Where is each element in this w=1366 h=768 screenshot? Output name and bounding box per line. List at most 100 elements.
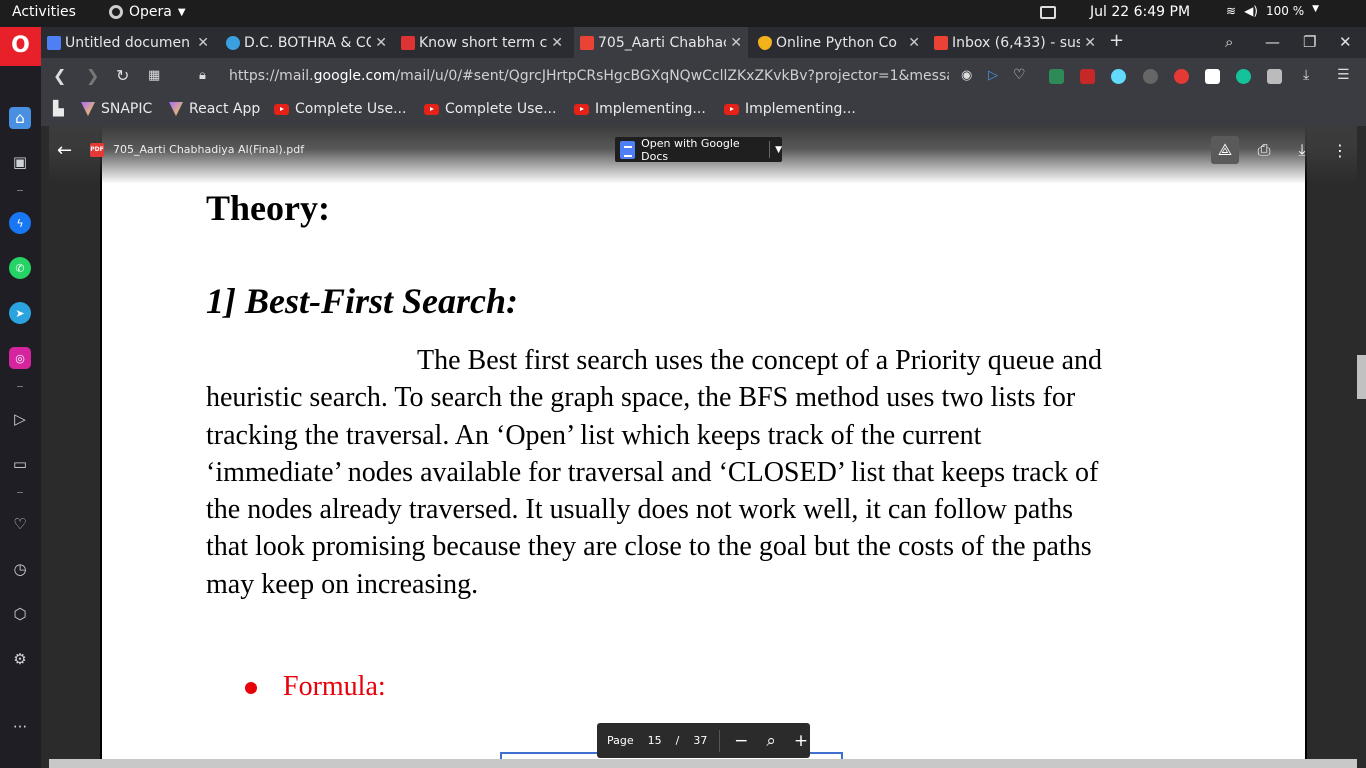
extension-cube-icon[interactable]: [1049, 69, 1064, 84]
system-status[interactable]: ≋ ◀) 100 % ▼: [1226, 4, 1319, 18]
paragraph-line: that look promising because they are clo…: [206, 531, 1092, 563]
horizontal-scrollbar[interactable]: [49, 759, 1357, 768]
more-options-icon[interactable]: ⋮: [1326, 136, 1354, 164]
add-to-drive-icon[interactable]: ⟁: [1211, 136, 1239, 164]
paragraph-line: tracking the traversal. An ‘Open’ list w…: [206, 419, 982, 451]
vertical-scrollbar[interactable]: [1357, 126, 1366, 768]
wallet-icon[interactable]: ▭: [9, 453, 31, 475]
back-arrow-icon[interactable]: ←: [57, 140, 72, 161]
formula-label: Formula:: [283, 671, 386, 702]
close-window-icon[interactable]: ✕: [1339, 33, 1352, 51]
easy-setup-icon[interactable]: ☰: [1337, 67, 1350, 83]
youtube-icon: [724, 103, 739, 115]
bookmark-complete-use-2[interactable]: Complete Use...: [424, 101, 556, 117]
messenger-icon[interactable]: ϟ: [9, 212, 31, 234]
search-tabs-icon[interactable]: ⌕: [1225, 33, 1233, 51]
tab-inbox[interactable]: Inbox (6,433) - sus ✕: [928, 27, 1102, 58]
tab-dc-bothra[interactable]: D.C. BOTHRA & CC ✕: [220, 27, 393, 58]
tab-online-python[interactable]: Online Python Co ✕: [752, 27, 926, 58]
clock[interactable]: Jul 22 6:49 PM: [1090, 4, 1190, 20]
screen-icon: [1040, 6, 1056, 19]
tabs-grid-icon[interactable]: ▦: [148, 68, 160, 83]
reload-icon[interactable]: ↻: [116, 66, 129, 85]
file-name: 705_Aarti Chabhadiya AI(Final).pdf: [113, 143, 305, 156]
url-input[interactable]: https://mail.google.com/mail/u/0/#sent/Q…: [229, 68, 949, 84]
print-icon[interactable]: ⎙: [1250, 136, 1278, 164]
grammarly-icon[interactable]: [1236, 69, 1251, 84]
bookmark-snapic[interactable]: SNAPIC: [81, 101, 152, 117]
tab-label: Know short term c: [419, 34, 548, 51]
extensions-cube-icon[interactable]: ⬡: [9, 603, 31, 625]
more-dots-icon[interactable]: ···: [9, 716, 31, 738]
instagram-icon[interactable]: ◎: [9, 347, 31, 369]
bookmark-label: Implementing...: [745, 101, 856, 117]
youtube-icon: [574, 103, 589, 115]
close-icon[interactable]: ✕: [375, 35, 393, 51]
site-icon: [226, 35, 240, 50]
extension-record-icon[interactable]: [1174, 69, 1189, 84]
open-with-label: Open with Google Docs: [641, 136, 740, 163]
youtube-icon: [424, 103, 439, 115]
forward-icon[interactable]: ❯: [86, 66, 99, 85]
new-tab-plus-icon[interactable]: +: [1109, 30, 1124, 51]
open-with-google-docs-button[interactable]: Open with Google Docs ▼: [615, 136, 782, 163]
lock-icon: 🔒︎: [199, 68, 206, 83]
react-devtools-icon[interactable]: [1111, 69, 1126, 84]
extension-circle-icon[interactable]: [1143, 69, 1158, 84]
download-icon[interactable]: ⤓: [1288, 136, 1316, 164]
opera-logo[interactable]: O: [0, 27, 41, 66]
bookmark-implementing-2[interactable]: Implementing...: [724, 101, 856, 117]
send-icon[interactable]: ▷: [9, 408, 31, 430]
tab-label: Untitled documen: [65, 34, 190, 51]
zoom-magnifier-icon[interactable]: ⌕: [762, 731, 780, 751]
page-controls: Page 15 / 37 − ⌕ +: [597, 723, 810, 758]
news-icon: [401, 35, 415, 50]
history-icon[interactable]: ◷: [9, 558, 31, 580]
fd-extension-icon[interactable]: [1205, 69, 1220, 84]
url-path: /mail/u/0/#sent/QgrcJHrtpCRsHgcBGXqNQwCc…: [395, 68, 949, 84]
tab-know-short-term[interactable]: Know short term c ✕: [395, 27, 569, 58]
snapshot-icon[interactable]: ◉: [961, 68, 972, 83]
sidebar-toggle-icon[interactable]: ▙: [53, 101, 64, 117]
home-icon[interactable]: ⌂: [9, 107, 31, 129]
extension-r-icon[interactable]: [1267, 69, 1282, 84]
whatsapp-icon[interactable]: ✆: [9, 257, 31, 279]
controls-divider: [719, 729, 721, 752]
chevron-down-icon: ▼: [1312, 4, 1320, 14]
close-icon[interactable]: ✕: [908, 35, 926, 51]
extension-bird-icon[interactable]: [1080, 69, 1095, 84]
bookmarks-bar: ▙ SNAPIC React App Complete Use... Compl…: [41, 95, 1366, 126]
close-icon[interactable]: ✕: [197, 35, 215, 51]
back-icon[interactable]: ❮: [53, 66, 66, 85]
download-icon[interactable]: ⤓: [1303, 67, 1309, 83]
maximize-icon[interactable]: ❐: [1303, 33, 1316, 51]
google-docs-icon: [620, 140, 636, 159]
url-prefix: https://mail.: [229, 68, 314, 84]
briefcase-icon[interactable]: ▣: [9, 151, 31, 173]
send-tab-icon[interactable]: ▷: [988, 68, 998, 83]
scrollbar-thumb[interactable]: [1357, 355, 1366, 399]
tab-active-pdf[interactable]: 705_Aarti Chabhac ✕: [574, 27, 748, 58]
close-icon[interactable]: ✕: [730, 35, 748, 51]
bookmark-implementing-1[interactable]: Implementing...: [574, 101, 706, 117]
tab-label: 705_Aarti Chabhac: [598, 34, 727, 51]
app-menu[interactable]: Opera ▼: [109, 4, 186, 20]
zoom-in-icon[interactable]: +: [792, 731, 810, 751]
paragraph-line: The Best first search uses the concept o…: [417, 345, 1103, 376]
volume-icon: ◀): [1244, 4, 1258, 18]
telegram-icon[interactable]: ➤: [9, 302, 31, 324]
close-icon[interactable]: ✕: [1084, 35, 1102, 51]
activities-button[interactable]: Activities: [12, 4, 76, 20]
zoom-out-icon[interactable]: −: [732, 731, 750, 751]
tab-untitled-document[interactable]: Untitled documen ✕: [41, 27, 215, 58]
close-icon[interactable]: ✕: [551, 35, 569, 51]
bookmark-complete-use-1[interactable]: Complete Use...: [274, 101, 406, 117]
bookmark-react-app[interactable]: React App: [169, 101, 260, 117]
bookmark-heart-icon[interactable]: ♡: [1013, 67, 1026, 83]
chevron-down-icon[interactable]: ▼: [775, 145, 782, 155]
page-number-input[interactable]: 15: [648, 734, 662, 747]
minimize-icon[interactable]: —: [1265, 33, 1280, 51]
pdf-page: Theory: 1] Best-First Search: The Best f…: [100, 126, 1307, 768]
heart-icon[interactable]: ♡: [9, 513, 31, 535]
settings-gear-icon[interactable]: ⚙: [9, 648, 31, 670]
